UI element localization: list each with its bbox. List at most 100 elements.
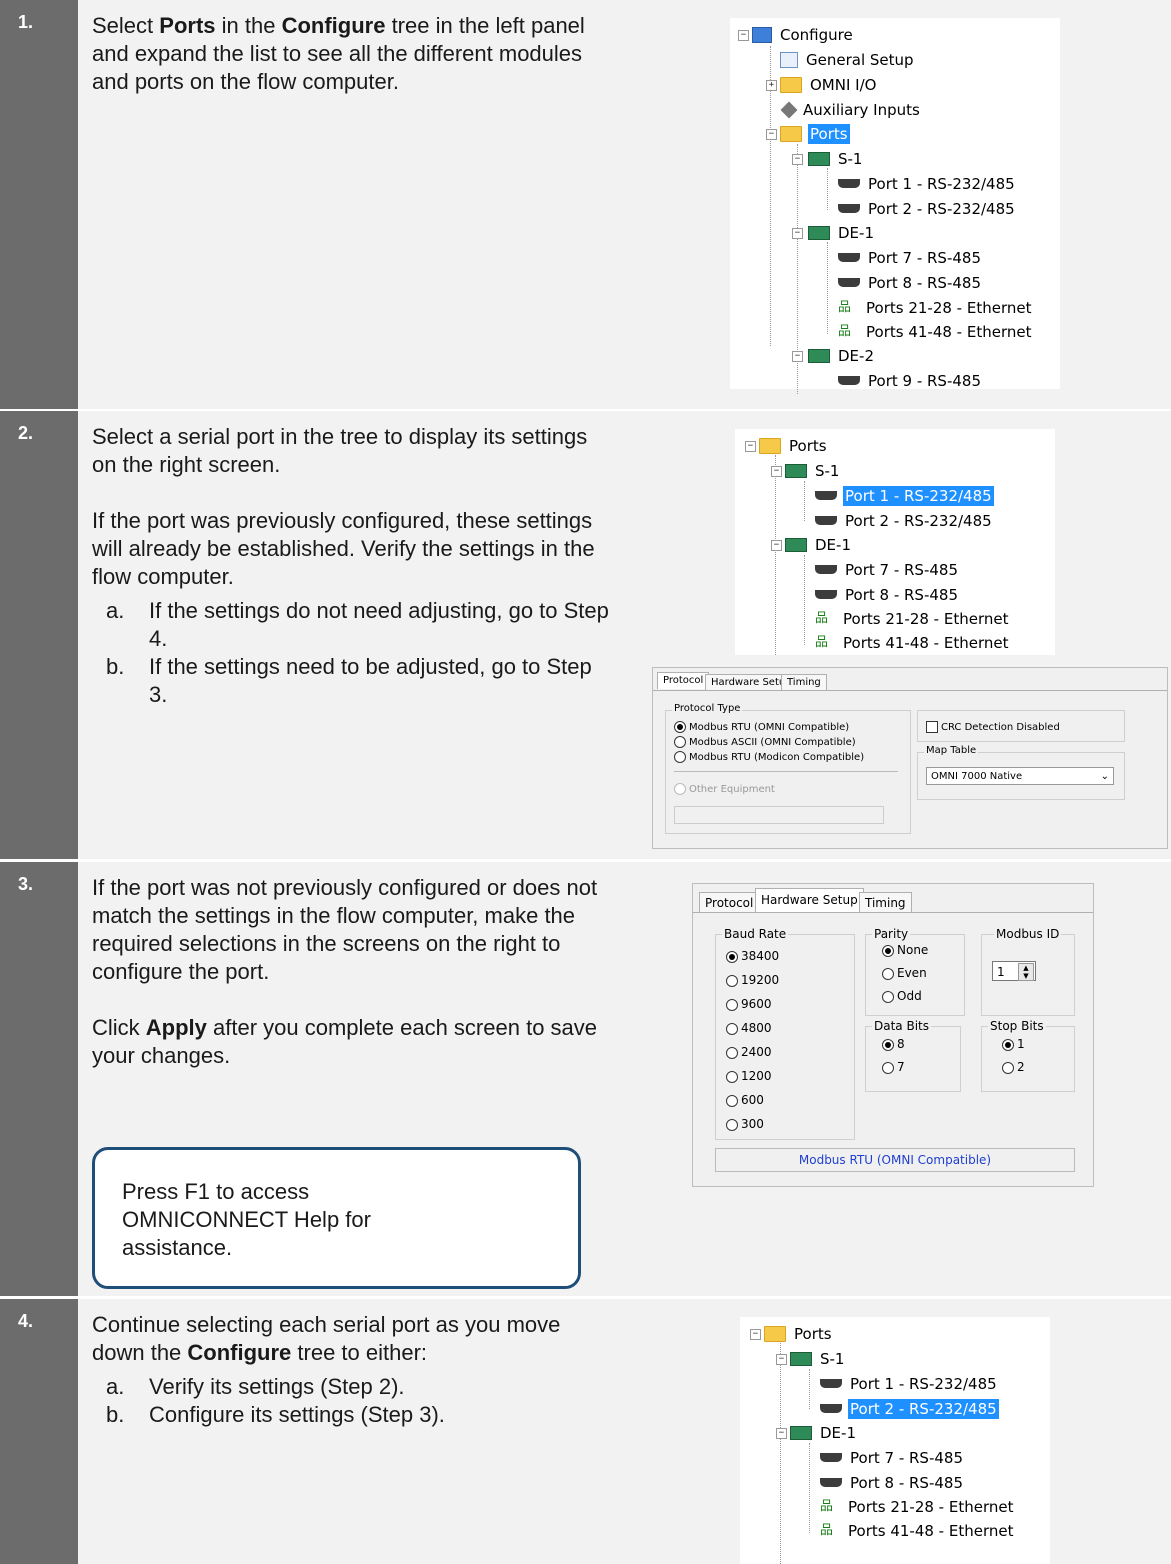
step-2: 2. Select a serial port in the tree to d… bbox=[0, 411, 1171, 859]
parity-none[interactable]: None bbox=[882, 943, 928, 957]
stop-bits-1[interactable]: 1 bbox=[1002, 1037, 1025, 1051]
other-equipment-field[interactable] bbox=[674, 806, 884, 824]
tree-item-general-setup[interactable]: General Setup bbox=[780, 48, 916, 70]
parity-even[interactable]: Even bbox=[882, 966, 927, 980]
tree-item-s1[interactable]: S-1 bbox=[808, 147, 864, 169]
tree-item-port1[interactable]: Port 1 - RS-232/485 bbox=[838, 172, 1017, 194]
tab-protocol[interactable]: Protocol bbox=[657, 672, 710, 689]
ethernet-icon: 品 bbox=[815, 634, 829, 650]
serial-port-icon bbox=[815, 516, 837, 525]
collapse-icon[interactable]: − bbox=[738, 30, 749, 41]
collapse-icon[interactable]: − bbox=[745, 441, 756, 452]
data-bits-7[interactable]: 7 bbox=[882, 1060, 905, 1074]
tree-item-ports-41-48[interactable]: 品 Ports 41-48 - Ethernet bbox=[838, 320, 1033, 342]
tree-item-port8[interactable]: Port 8 - RS-485 bbox=[820, 1471, 965, 1493]
collapse-icon[interactable]: − bbox=[771, 540, 782, 551]
module-icon bbox=[790, 1351, 812, 1366]
baud-600[interactable]: 600 bbox=[726, 1093, 764, 1107]
tree-item-ports[interactable]: Ports bbox=[759, 434, 829, 456]
option-rtu-omni[interactable]: Modbus RTU (OMNI Compatible) bbox=[674, 721, 849, 733]
ethernet-icon: 品 bbox=[838, 323, 852, 339]
tab-timing[interactable]: Timing bbox=[859, 892, 912, 913]
collapse-icon[interactable]: − bbox=[792, 228, 803, 239]
tree-item-port2[interactable]: Port 2 - RS-232/485 bbox=[838, 197, 1017, 219]
stop-bits-group: Stop Bits 1 2 bbox=[981, 1019, 1075, 1092]
tree-item-port2[interactable]: Port 2 - RS-232/485 bbox=[820, 1397, 999, 1419]
step-number: 4. bbox=[0, 1299, 78, 1564]
tree-item-de1[interactable]: DE-1 bbox=[785, 533, 853, 555]
baud-rate-group: Baud Rate 38400 19200 9600 4800 2400 120… bbox=[715, 927, 855, 1140]
tree-item-port7[interactable]: Port 7 - RS-485 bbox=[838, 246, 983, 268]
module-icon bbox=[790, 1425, 812, 1440]
collapse-icon[interactable]: − bbox=[771, 466, 782, 477]
tree-item-ports[interactable]: Ports bbox=[764, 1322, 834, 1344]
tree-item-ports-21-28[interactable]: 品 Ports 21-28 - Ethernet bbox=[815, 607, 1010, 629]
collapse-icon[interactable]: − bbox=[792, 351, 803, 362]
baud-9600[interactable]: 9600 bbox=[726, 997, 772, 1011]
map-table-select[interactable]: OMNI 7000 Native ⌄ bbox=[926, 767, 1114, 785]
modbus-id-spinner[interactable]: 1 ▲ ▼ bbox=[992, 961, 1036, 981]
tree-item-de2[interactable]: DE-2 bbox=[808, 344, 876, 366]
tree-item-auxiliary-inputs[interactable]: Auxiliary Inputs bbox=[780, 98, 922, 120]
tree-item-port8[interactable]: Port 8 - RS-485 bbox=[815, 583, 960, 605]
parity-odd[interactable]: Odd bbox=[882, 989, 922, 1003]
tree-item-s1[interactable]: S-1 bbox=[790, 1347, 846, 1369]
tree-item-s1[interactable]: S-1 bbox=[785, 459, 841, 481]
module-icon bbox=[785, 537, 807, 552]
baud-19200[interactable]: 19200 bbox=[726, 973, 779, 987]
tree-item-configure[interactable]: Configure bbox=[752, 23, 855, 45]
tree-item-ports-21-28[interactable]: 品 Ports 21-28 - Ethernet bbox=[820, 1495, 1015, 1517]
baud-1200[interactable]: 1200 bbox=[726, 1069, 772, 1083]
option-ascii-omni[interactable]: Modbus ASCII (OMNI Compatible) bbox=[674, 736, 856, 748]
tree-item-port1[interactable]: Port 1 - RS-232/485 bbox=[815, 484, 994, 506]
crc-checkbox[interactable]: CRC Detection Disabled bbox=[926, 721, 1060, 733]
step-number: 1. bbox=[0, 0, 78, 409]
expand-icon[interactable]: + bbox=[766, 80, 777, 91]
collapse-icon[interactable]: − bbox=[750, 1329, 761, 1340]
folder-icon bbox=[764, 1325, 786, 1342]
step-text: Continue selecting each serial port as y… bbox=[92, 1312, 561, 1427]
tree-item-port2[interactable]: Port 2 - RS-232/485 bbox=[815, 509, 994, 531]
step-4: 4. Continue selecting each serial port a… bbox=[0, 1299, 1171, 1564]
tree-item-port7[interactable]: Port 7 - RS-485 bbox=[815, 558, 960, 580]
hardware-dialog: Protocol Hardware Setup Timing Baud Rate… bbox=[692, 883, 1094, 1187]
serial-port-icon bbox=[838, 253, 860, 262]
step-text: If the port was not previously configure… bbox=[92, 875, 598, 1068]
serial-port-icon bbox=[815, 565, 837, 574]
spinner-arrows-icon[interactable]: ▲ ▼ bbox=[1018, 963, 1034, 981]
data-bits-8[interactable]: 8 bbox=[882, 1037, 905, 1051]
ethernet-icon: 品 bbox=[815, 610, 829, 626]
tab-hardware-setup[interactable]: Hardware Setup bbox=[755, 888, 864, 913]
settings-doc-icon bbox=[780, 51, 798, 68]
option-other-equipment[interactable]: Other Equipment bbox=[674, 783, 775, 795]
module-icon bbox=[785, 463, 807, 478]
tree-item-ports[interactable]: Ports bbox=[780, 122, 850, 144]
collapse-icon[interactable]: − bbox=[776, 1428, 787, 1439]
tree-item-de1[interactable]: DE-1 bbox=[790, 1421, 858, 1443]
ports-tree: − Ports − S-1 Port 1 - RS-232/485 Port 2… bbox=[740, 1317, 1050, 1564]
tree-item-port7[interactable]: Port 7 - RS-485 bbox=[820, 1446, 965, 1468]
collapse-icon[interactable]: − bbox=[792, 154, 803, 165]
tree-item-ports-41-48[interactable]: 品 Ports 41-48 - Ethernet bbox=[820, 1519, 1015, 1541]
tree-item-ports-21-28[interactable]: 品 Ports 21-28 - Ethernet bbox=[838, 296, 1033, 318]
baud-4800[interactable]: 4800 bbox=[726, 1021, 772, 1035]
stop-bits-2[interactable]: 2 bbox=[1002, 1060, 1025, 1074]
tree-item-de1[interactable]: DE-1 bbox=[808, 221, 876, 243]
baud-2400[interactable]: 2400 bbox=[726, 1045, 772, 1059]
baud-300[interactable]: 300 bbox=[726, 1117, 764, 1131]
chevron-down-icon: ⌄ bbox=[1100, 771, 1109, 782]
collapse-icon[interactable]: − bbox=[766, 129, 777, 140]
tree-item-port1[interactable]: Port 1 - RS-232/485 bbox=[820, 1372, 999, 1394]
tree-item-ports-41-48[interactable]: 品 Ports 41-48 - Ethernet bbox=[815, 631, 1010, 653]
baud-38400[interactable]: 38400 bbox=[726, 949, 779, 963]
collapse-icon[interactable]: − bbox=[776, 1354, 787, 1365]
option-rtu-modicon[interactable]: Modbus RTU (Modicon Compatible) bbox=[674, 751, 864, 763]
module-icon bbox=[808, 225, 830, 240]
tree-item-port8[interactable]: Port 8 - RS-485 bbox=[838, 271, 983, 293]
computer-icon bbox=[752, 26, 772, 43]
tree-item-omni-io[interactable]: OMNI I/O bbox=[780, 73, 878, 95]
tab-protocol[interactable]: Protocol bbox=[699, 892, 760, 913]
tree-item-port9[interactable]: Port 9 - RS-485 bbox=[838, 369, 983, 391]
serial-port-icon bbox=[815, 590, 837, 599]
tab-timing[interactable]: Timing bbox=[781, 674, 827, 691]
